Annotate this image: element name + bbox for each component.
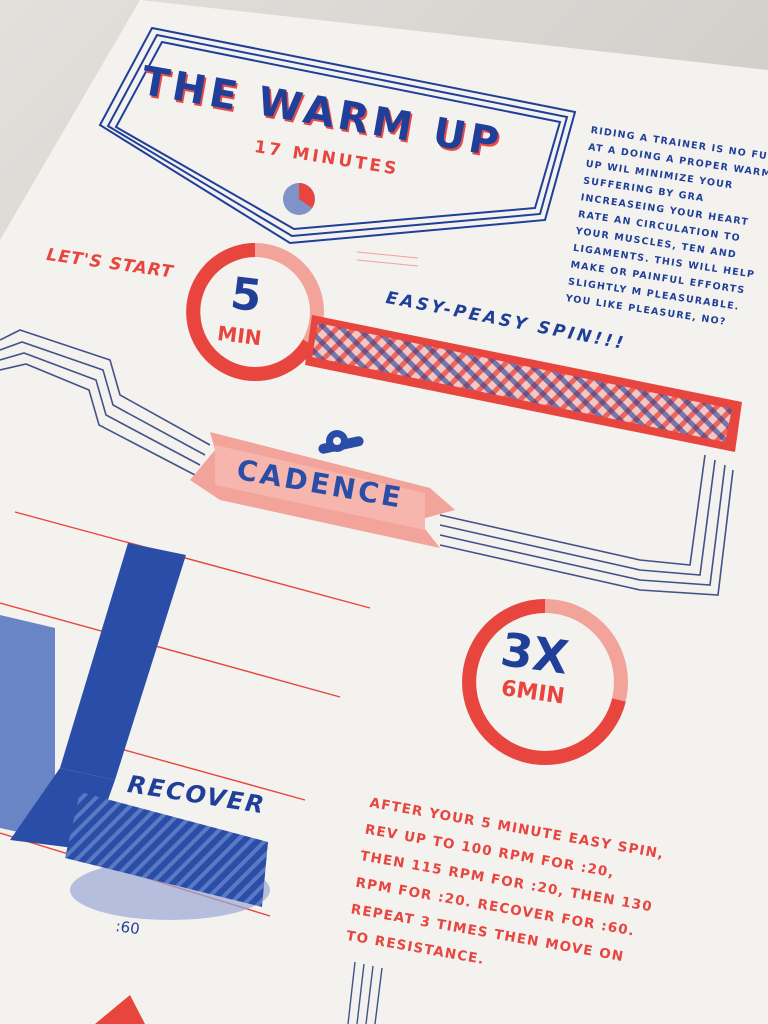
pie-clock-icon [283,183,315,215]
step2-value: 3X [497,622,572,685]
photo-scene: THE WARM UP 17 MINUTES RIDING A TRAINER … [0,0,768,1024]
intro-paragraph: RIDING A TRAINER IS NO FUN AT A DOING A … [564,124,768,328]
step1-value: 5 [227,268,265,323]
recover-time: :60 [114,917,141,939]
